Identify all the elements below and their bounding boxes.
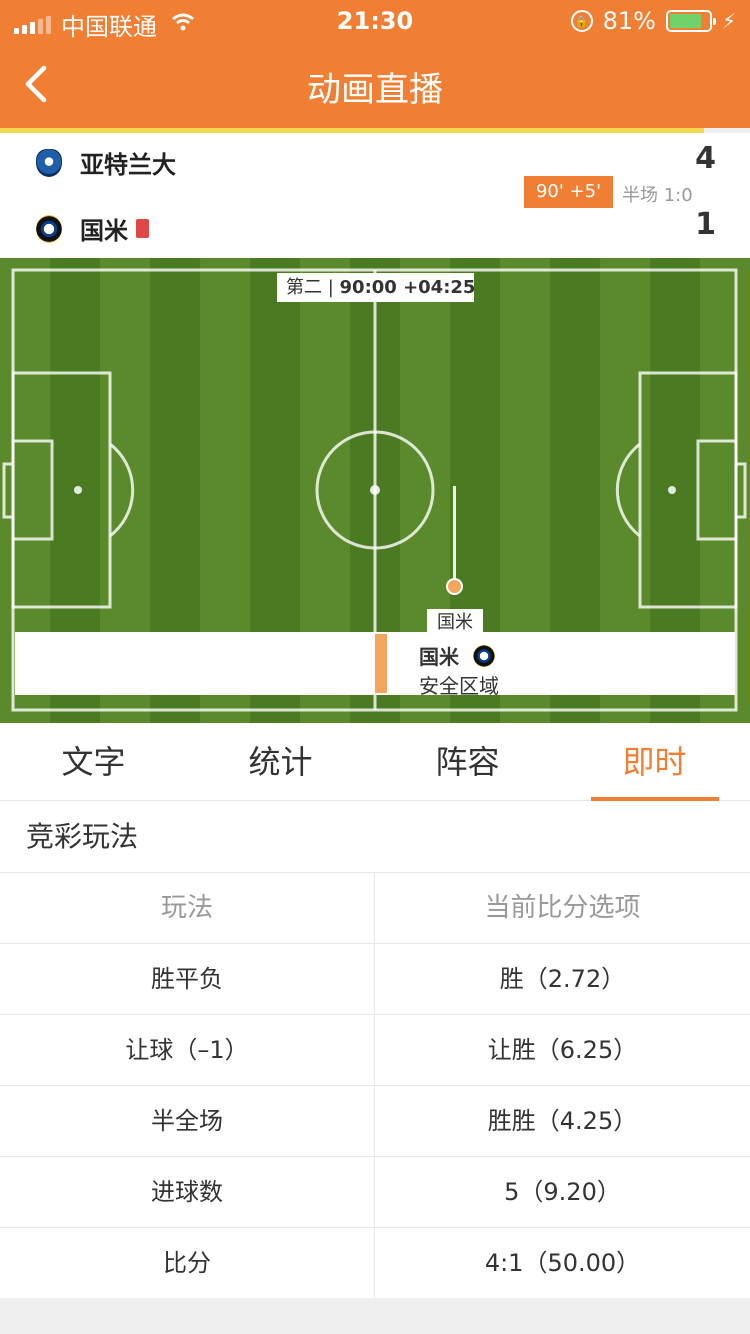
score-panel: 亚特兰大 4 90' +5' 半场 1:0 国米 1: [0, 133, 750, 258]
table-header: 玩法 当前比分选项: [0, 873, 750, 944]
match-minute-badge: 90' +5': [524, 176, 613, 208]
header-cell: 当前比分选项: [374, 873, 750, 943]
tab-text[interactable]: 文字: [0, 723, 187, 801]
away-goals: 1: [695, 207, 716, 242]
tab-label: 统计: [248, 743, 313, 781]
team-color-mark: [375, 634, 387, 693]
bet-option-cell: 4:1（50.00）: [374, 1228, 750, 1298]
atalanta-crest-icon: [36, 148, 62, 177]
bottom-spacer: [0, 1298, 750, 1334]
nav-bar: 动画直播: [0, 42, 750, 128]
period-clock: 第二 | 90:00 +04:25: [277, 273, 476, 302]
bet-type-cell: 比分: [163, 1249, 211, 1277]
bet-option-cell: 胜胜（4.25）: [374, 1086, 750, 1156]
table-row: 胜平负 胜（2.72）: [0, 944, 750, 1015]
tab-label: 即时: [622, 743, 687, 781]
event-team: 国米: [419, 641, 495, 670]
tab-lineup[interactable]: 阵容: [374, 723, 561, 801]
home-team[interactable]: 亚特兰大: [36, 145, 176, 180]
battery-icon: [665, 10, 716, 32]
battery-percent: 81%: [602, 7, 656, 35]
table-row: 半全场 胜胜（4.25）: [0, 1086, 750, 1157]
status-bar: 中国联通 21:30 🔒 81% ⚡: [0, 0, 750, 42]
odds-table: 玩法 当前比分选项 胜平负 胜（2.72） 让球（–1） 让胜（6.25） 半全…: [0, 873, 750, 1299]
app-header: 中国联通 21:30 🔒 81% ⚡ 动画直播: [0, 0, 750, 128]
event-team-name: 国米: [419, 645, 459, 669]
home-team-name: 亚特兰大: [80, 151, 176, 179]
charging-icon: ⚡: [721, 9, 736, 33]
period-label: 第二: [286, 277, 322, 298]
event-zone: 安全区域: [419, 674, 499, 698]
table-row: 进球数 5（9.20）: [0, 1157, 750, 1228]
away-team-name: 国米: [80, 217, 128, 245]
ball-trail: [453, 486, 456, 578]
tab-stats[interactable]: 统计: [187, 723, 374, 801]
tab-label: 阵容: [435, 743, 500, 781]
away-team[interactable]: 国米: [36, 211, 149, 246]
bet-type-cell: 让球（–1）: [125, 1036, 249, 1064]
bet-type-cell: 半全场: [151, 1107, 223, 1135]
inter-crest-icon: [473, 644, 495, 667]
header-cell: 玩法: [160, 893, 213, 923]
table-row: 比分 4:1（50.00）: [0, 1228, 750, 1299]
section-title: 竞彩玩法: [0, 801, 750, 873]
rotation-lock-icon: 🔒: [570, 10, 593, 32]
event-info-bar: 国米 安全区域: [15, 632, 735, 698]
home-goals: 4: [695, 141, 716, 176]
battery-fill: [669, 14, 701, 28]
table-row: 让球（–1） 让胜（6.25）: [0, 1015, 750, 1086]
ball-marker: [446, 578, 463, 595]
page-title: 动画直播: [307, 70, 443, 110]
tab-bar: 文字 统计 阵容 即时: [0, 723, 750, 801]
bet-type-cell: 胜平负: [151, 965, 223, 993]
live-pitch: 第二 | 90:00 +04:25 国米 国米 安全区域: [0, 258, 750, 723]
status-right: 🔒 81% ⚡: [570, 7, 736, 35]
red-card-icon: [136, 219, 149, 238]
bet-option-cell: 胜（2.72）: [374, 944, 750, 1014]
period-time: 90:00 +04:25: [339, 277, 476, 298]
bet-type-cell: 进球数: [151, 1178, 223, 1206]
bet-option-cell: 让胜（6.25）: [374, 1015, 750, 1085]
bet-option-cell: 5（9.20）: [374, 1157, 750, 1227]
tab-label: 文字: [61, 743, 126, 781]
tab-live[interactable]: 即时: [561, 723, 748, 801]
inter-crest-icon: [36, 214, 62, 243]
halftime-score: 半场 1:0: [622, 185, 693, 206]
